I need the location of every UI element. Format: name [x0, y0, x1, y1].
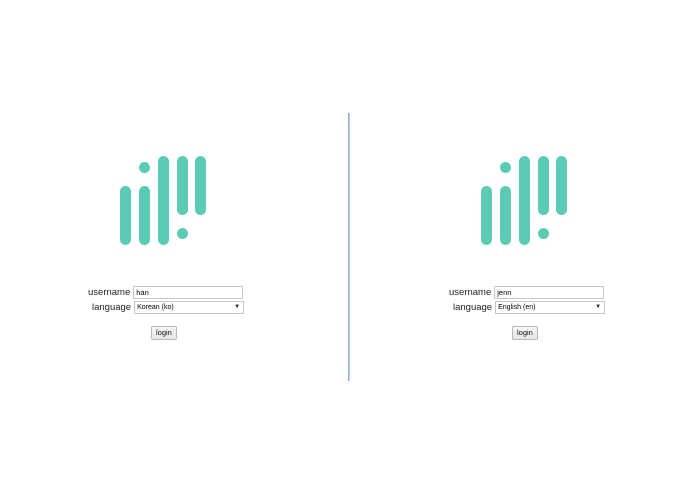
- language-row: language Korean (ko) ▼: [92, 300, 245, 314]
- username-label: username: [88, 286, 131, 298]
- username-input[interactable]: [494, 285, 605, 299]
- username-row: username: [449, 285, 605, 299]
- login-panel-left: username language Korean (ko) ▼ login: [0, 0, 347, 494]
- app-logo-icon: [120, 156, 206, 245]
- language-select[interactable]: Korean (ko) ▼: [134, 300, 245, 314]
- app-logo-icon: [481, 156, 567, 245]
- language-label: language: [453, 301, 493, 313]
- login-panel-right: username language English (en) ▼ login: [348, 0, 695, 494]
- username-input[interactable]: [133, 285, 244, 299]
- dropdown-arrow-icon: ▼: [595, 303, 602, 310]
- language-label: language: [92, 301, 132, 313]
- language-select-value: Korean (ko): [137, 303, 174, 311]
- dropdown-arrow-icon: ▼: [234, 303, 241, 310]
- language-select[interactable]: English (en) ▼: [495, 300, 606, 314]
- language-select-value: English (en): [498, 303, 536, 311]
- language-row: language English (en) ▼: [453, 300, 606, 314]
- login-button[interactable]: login: [512, 326, 538, 340]
- username-row: username: [88, 285, 244, 299]
- login-button[interactable]: login: [151, 326, 177, 340]
- username-label: username: [449, 286, 492, 298]
